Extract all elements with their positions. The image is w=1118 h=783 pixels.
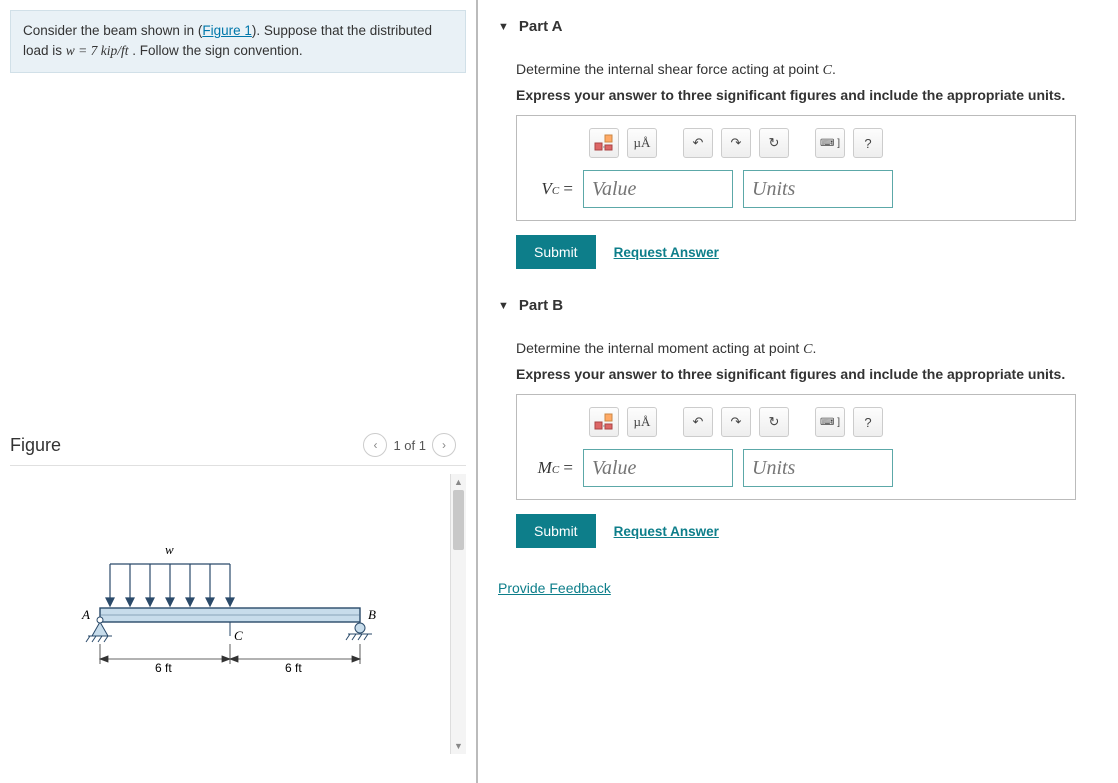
templates-icon — [594, 134, 614, 152]
reset-button[interactable]: ↻ — [759, 407, 789, 437]
reset-icon: ↻ — [769, 414, 780, 430]
part-a-header[interactable]: Part A — [498, 10, 1098, 43]
part-b-title: Part B — [519, 297, 563, 314]
figure-link[interactable]: Figure 1 — [202, 23, 252, 38]
part-a-instruction: Express your answer to three significant… — [516, 87, 1098, 103]
label-a: A — [81, 607, 90, 622]
undo-icon: ↶ — [693, 414, 704, 430]
reset-button[interactable]: ↻ — [759, 128, 789, 158]
problem-text-1: Consider the beam shown in ( — [23, 23, 202, 38]
part-a-body: Determine the internal shear force actin… — [498, 43, 1098, 279]
left-panel: Consider the beam shown in (Figure 1). S… — [0, 0, 478, 783]
part-a-var-label: VC = — [529, 179, 573, 199]
undo-button[interactable]: ↶ — [683, 128, 713, 158]
undo-icon: ↶ — [693, 135, 704, 151]
figure-header: Figure ‹ 1 of 1 › — [10, 433, 466, 466]
label-w: w — [165, 542, 174, 557]
keyboard-button[interactable]: ⌨ ] — [815, 407, 845, 437]
part-b-input-row: MC = — [529, 449, 1063, 487]
part-b-toolbar: µÅ ↶ ↷ ↻ ⌨ ] ? — [589, 407, 1063, 437]
undo-button[interactable]: ↶ — [683, 407, 713, 437]
scroll-up-icon[interactable]: ▲ — [451, 474, 466, 490]
figure-page-indicator: 1 of 1 — [393, 438, 426, 453]
figure-image: w A B C — [10, 474, 450, 754]
label-right-len: 6 ft — [285, 661, 302, 675]
part-b-header[interactable]: Part B — [498, 289, 1098, 322]
part-b-units-input[interactable] — [743, 449, 893, 487]
scrollbar-thumb[interactable] — [453, 490, 464, 550]
help-button[interactable]: ? — [853, 407, 883, 437]
redo-icon: ↷ — [731, 135, 742, 151]
part-b-prompt: Determine the internal moment acting at … — [516, 340, 1098, 358]
provide-feedback-link[interactable]: Provide Feedback — [498, 580, 611, 596]
right-panel: Part A Determine the internal shear forc… — [478, 0, 1118, 783]
scroll-down-icon[interactable]: ▼ — [451, 738, 466, 754]
part-b: Part B Determine the internal moment act… — [498, 289, 1098, 558]
part-b-submit-button[interactable]: Submit — [516, 514, 596, 548]
redo-button[interactable]: ↷ — [721, 128, 751, 158]
label-b: B — [368, 607, 376, 622]
special-chars-button[interactable]: µÅ — [627, 407, 657, 437]
part-a-submit-button[interactable]: Submit — [516, 235, 596, 269]
figure-next-button[interactable]: › — [432, 433, 456, 457]
figure-viewport: w A B C — [10, 474, 466, 754]
figure-scrollbar[interactable]: ▲ ▼ — [450, 474, 466, 754]
part-a-request-answer[interactable]: Request Answer — [614, 245, 719, 260]
keyboard-icon: ⌨ ] — [820, 138, 840, 149]
part-a-toolbar: µÅ ↶ ↷ ↻ ⌨ ] ? — [589, 128, 1063, 158]
label-left-len: 6 ft — [155, 661, 172, 675]
part-a-answer-box: µÅ ↶ ↷ ↻ ⌨ ] ? VC = — [516, 115, 1076, 221]
part-a: Part A Determine the internal shear forc… — [498, 10, 1098, 279]
figure-title: Figure — [10, 435, 61, 456]
problem-text-3: . Follow the sign convention. — [129, 43, 303, 58]
redo-button[interactable]: ↷ — [721, 407, 751, 437]
figure-prev-button[interactable]: ‹ — [363, 433, 387, 457]
part-b-answer-box: µÅ ↶ ↷ ↻ ⌨ ] ? MC = — [516, 394, 1076, 500]
part-b-var-label: MC = — [529, 458, 573, 478]
keyboard-icon: ⌨ ] — [820, 417, 840, 428]
help-button[interactable]: ? — [853, 128, 883, 158]
keyboard-button[interactable]: ⌨ ] — [815, 128, 845, 158]
redo-icon: ↷ — [731, 414, 742, 430]
special-chars-button[interactable]: µÅ — [627, 128, 657, 158]
part-a-actions: Submit Request Answer — [516, 235, 1098, 269]
problem-statement: Consider the beam shown in (Figure 1). S… — [10, 10, 466, 73]
part-b-body: Determine the internal moment acting at … — [498, 322, 1098, 558]
part-a-input-row: VC = — [529, 170, 1063, 208]
templates-button[interactable] — [589, 407, 619, 437]
label-c: C — [234, 628, 243, 643]
part-a-units-input[interactable] — [743, 170, 893, 208]
figure-section: Figure ‹ 1 of 1 › — [0, 423, 476, 783]
reset-icon: ↻ — [769, 135, 780, 151]
figure-pager: ‹ 1 of 1 › — [363, 433, 456, 457]
templates-button[interactable] — [589, 128, 619, 158]
part-b-request-answer[interactable]: Request Answer — [614, 524, 719, 539]
part-b-actions: Submit Request Answer — [516, 514, 1098, 548]
beam-diagram: w A B C — [60, 524, 400, 704]
part-a-value-input[interactable] — [583, 170, 733, 208]
part-a-prompt: Determine the internal shear force actin… — [516, 61, 1098, 79]
part-b-value-input[interactable] — [583, 449, 733, 487]
templates-icon — [594, 413, 614, 431]
part-a-title: Part A — [519, 18, 563, 35]
part-b-instruction: Express your answer to three significant… — [516, 366, 1098, 382]
problem-equation: w = 7 kip/ft — [66, 43, 129, 58]
app-root: Consider the beam shown in (Figure 1). S… — [0, 0, 1118, 783]
